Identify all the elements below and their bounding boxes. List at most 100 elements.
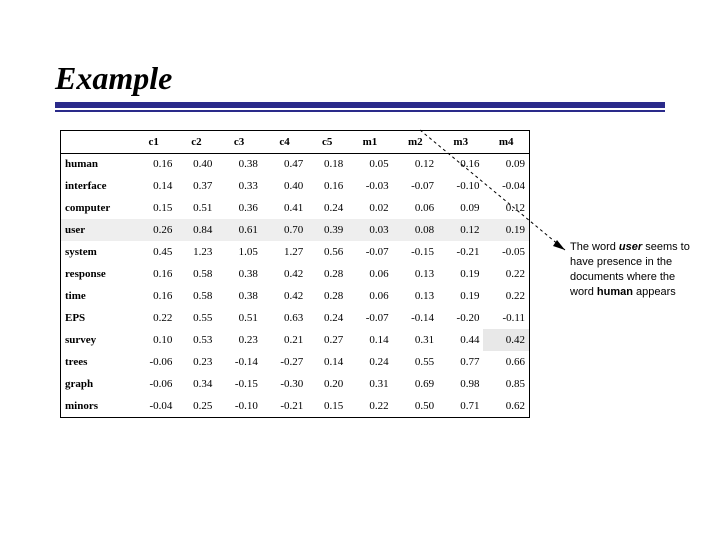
- cell: 0.16: [131, 263, 176, 285]
- row-label: survey: [61, 329, 131, 351]
- row-label: minors: [61, 395, 131, 417]
- cell: -0.07: [347, 307, 392, 329]
- cell: -0.21: [438, 241, 483, 263]
- cell: 0.16: [438, 153, 483, 175]
- table-row: computer0.150.510.360.410.240.020.060.09…: [61, 197, 529, 219]
- cell: -0.11: [483, 307, 529, 329]
- cell: 1.05: [216, 241, 261, 263]
- cell: 0.42: [262, 263, 307, 285]
- table-row: graph-0.060.34-0.15-0.300.200.310.690.98…: [61, 373, 529, 395]
- col-c3: c3: [216, 131, 261, 153]
- cell: 0.14: [347, 329, 392, 351]
- cell: 0.47: [262, 153, 307, 175]
- cell: 0.45: [131, 241, 176, 263]
- table-row: time0.160.580.380.420.280.060.130.190.22: [61, 285, 529, 307]
- cell: 0.55: [393, 351, 438, 373]
- row-label: response: [61, 263, 131, 285]
- cell: 0.53: [176, 329, 216, 351]
- cell: 0.10: [131, 329, 176, 351]
- matrix-table: c1 c2 c3 c4 c5 m1 m2 m3 m4 human0.160.40…: [60, 130, 530, 418]
- row-label: system: [61, 241, 131, 263]
- col-c1: c1: [131, 131, 176, 153]
- table-header-row: c1 c2 c3 c4 c5 m1 m2 m3 m4: [61, 131, 529, 153]
- cell: 0.12: [438, 219, 483, 241]
- cell: 0.40: [262, 175, 307, 197]
- cell: 0.58: [176, 285, 216, 307]
- table-row: EPS0.220.550.510.630.24-0.07-0.14-0.20-0…: [61, 307, 529, 329]
- cell: 0.13: [393, 263, 438, 285]
- cell: 0.28: [307, 285, 347, 307]
- cell: 0.22: [131, 307, 176, 329]
- cell: 0.22: [483, 285, 529, 307]
- col-m2: m2: [393, 131, 438, 153]
- cell: -0.15: [393, 241, 438, 263]
- cell: -0.15: [216, 373, 261, 395]
- table-row: trees-0.060.23-0.14-0.270.140.240.550.77…: [61, 351, 529, 373]
- table-row: human0.160.400.380.470.180.050.120.160.0…: [61, 153, 529, 175]
- cell: 0.23: [216, 329, 261, 351]
- row-label: graph: [61, 373, 131, 395]
- cell: 0.66: [483, 351, 529, 373]
- cell: 0.44: [438, 329, 483, 351]
- cell: 0.24: [307, 197, 347, 219]
- cell: 0.63: [262, 307, 307, 329]
- table-row: interface0.140.370.330.400.16-0.03-0.07-…: [61, 175, 529, 197]
- cell: 0.51: [176, 197, 216, 219]
- cell: -0.06: [131, 351, 176, 373]
- cell: -0.07: [347, 241, 392, 263]
- cell: -0.30: [262, 373, 307, 395]
- cell: 0.36: [216, 197, 261, 219]
- cell: 0.34: [176, 373, 216, 395]
- cell: 0.23: [176, 351, 216, 373]
- cell: 0.16: [131, 285, 176, 307]
- cell: 0.06: [347, 285, 392, 307]
- cell: 0.22: [347, 395, 392, 417]
- cell: 0.62: [483, 395, 529, 417]
- table-row: survey0.100.530.230.210.270.140.310.440.…: [61, 329, 529, 351]
- cell: -0.04: [131, 395, 176, 417]
- cell: -0.04: [483, 175, 529, 197]
- cell: 0.19: [438, 263, 483, 285]
- cell: 0.20: [307, 373, 347, 395]
- cell: 0.06: [393, 197, 438, 219]
- cell: 0.24: [347, 351, 392, 373]
- cell: 0.33: [216, 175, 261, 197]
- cell: 0.61: [216, 219, 261, 241]
- cell: 0.12: [483, 197, 529, 219]
- cell: 0.50: [393, 395, 438, 417]
- cell: 1.27: [262, 241, 307, 263]
- cell: 0.02: [347, 197, 392, 219]
- cell: 0.98: [438, 373, 483, 395]
- col-m3: m3: [438, 131, 483, 153]
- cell: -0.20: [438, 307, 483, 329]
- cell: 0.42: [483, 329, 529, 351]
- annotation-note: The word user seems to have presence in …: [570, 240, 695, 299]
- cell: -0.06: [131, 373, 176, 395]
- col-c5: c5: [307, 131, 347, 153]
- row-label: time: [61, 285, 131, 307]
- table-row: system0.451.231.051.270.56-0.07-0.15-0.2…: [61, 241, 529, 263]
- cell: 0.15: [307, 395, 347, 417]
- cell: 0.03: [347, 219, 392, 241]
- cell: -0.10: [216, 395, 261, 417]
- cell: 0.16: [131, 153, 176, 175]
- col-c2: c2: [176, 131, 216, 153]
- cell: 0.19: [483, 219, 529, 241]
- cell: 0.77: [438, 351, 483, 373]
- cell: 0.26: [131, 219, 176, 241]
- cell: -0.10: [438, 175, 483, 197]
- row-label: EPS: [61, 307, 131, 329]
- cell: 0.09: [483, 153, 529, 175]
- cell: 0.31: [347, 373, 392, 395]
- cell: 0.51: [216, 307, 261, 329]
- cell: 0.19: [438, 285, 483, 307]
- cell: -0.03: [347, 175, 392, 197]
- title-rule: [55, 102, 665, 112]
- cell: 0.56: [307, 241, 347, 263]
- cell: 0.85: [483, 373, 529, 395]
- cell: -0.05: [483, 241, 529, 263]
- cell: -0.14: [216, 351, 261, 373]
- cell: 0.84: [176, 219, 216, 241]
- cell: 0.16: [307, 175, 347, 197]
- cell: 1.23: [176, 241, 216, 263]
